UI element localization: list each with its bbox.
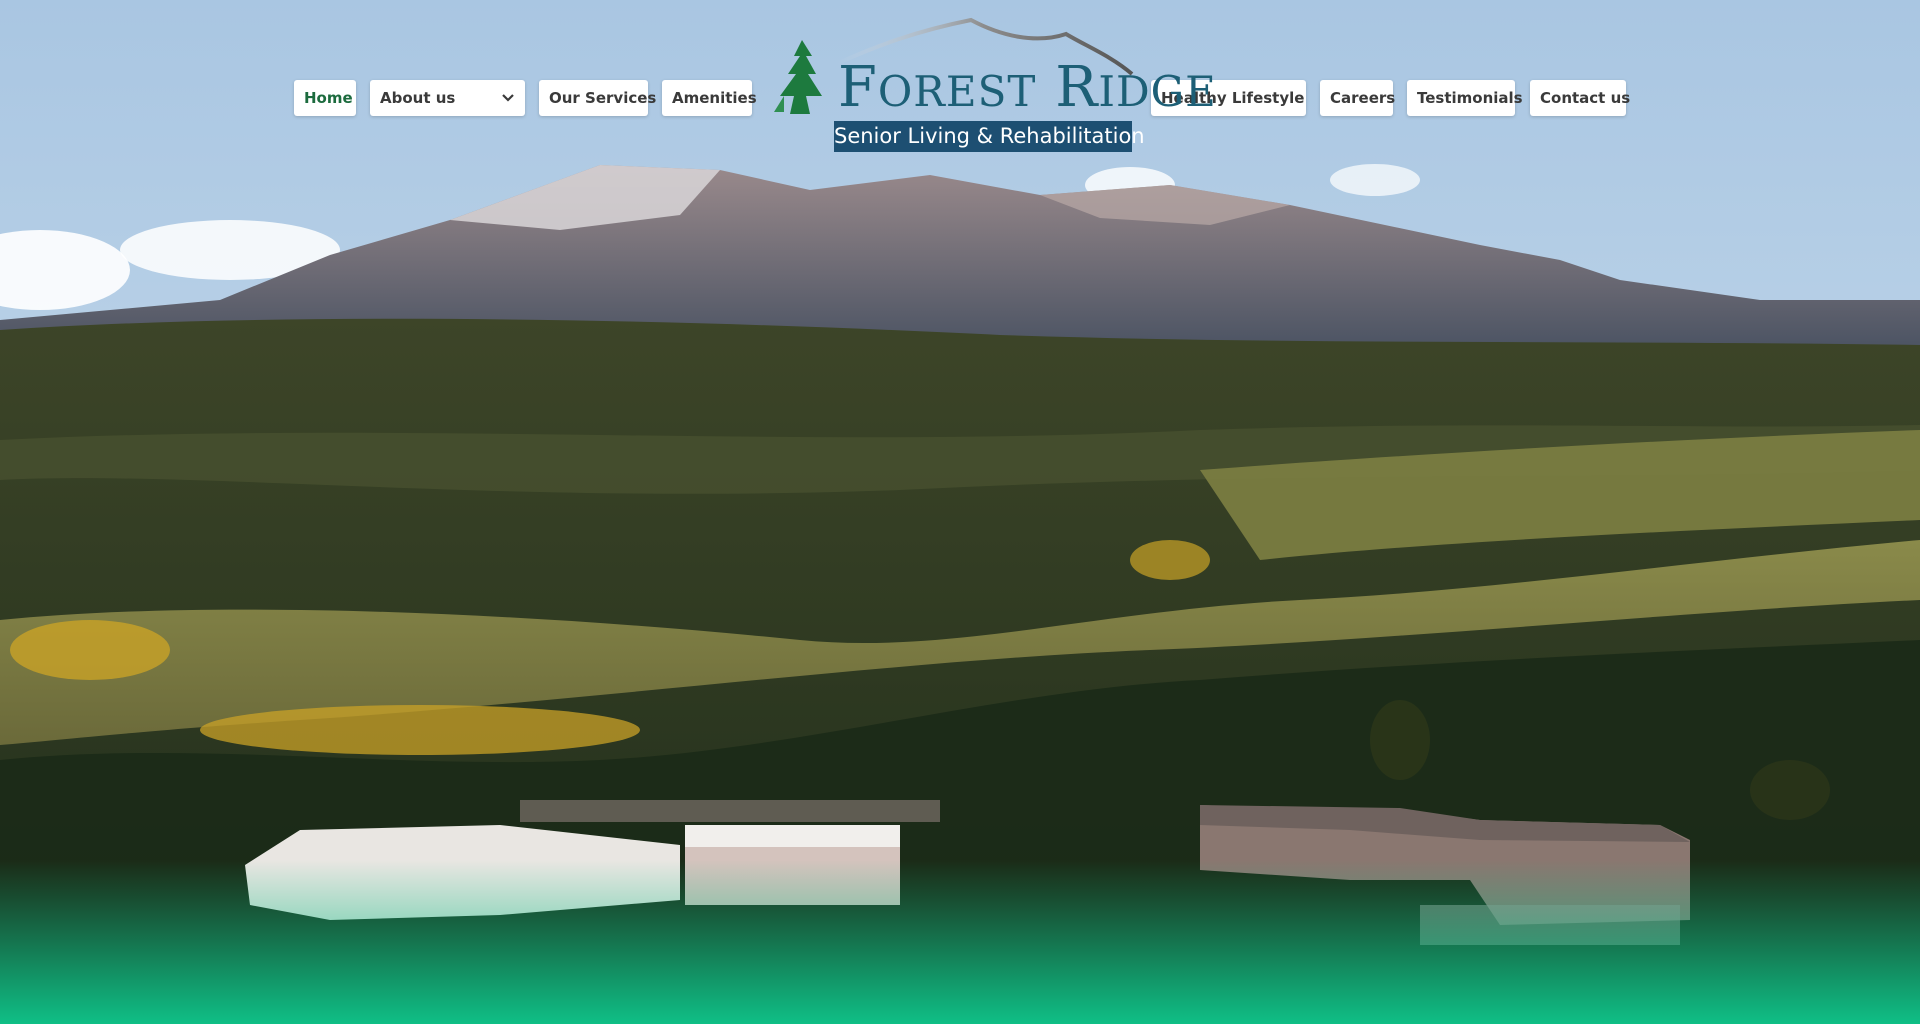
nav-amenities[interactable]: Amenities [662, 80, 757, 116]
logo-letter-f: F [838, 55, 878, 120]
logo-word-orest: OREST [877, 67, 1037, 116]
forest-ridge-logo[interactable]: FOREST RIDGE Senior Living & Rehabilitat… [766, 16, 1216, 156]
nav-home[interactable]: Home [294, 80, 356, 116]
logo-letter-r: R [1055, 55, 1099, 120]
nav-testimonials[interactable]: Testimonials [1407, 80, 1523, 116]
logo-word-idge: IDGE [1098, 67, 1217, 116]
nav-careers[interactable]: Careers [1320, 80, 1396, 116]
nav-testimonials-label: Testimonials [1417, 89, 1523, 107]
logo-title: FOREST RIDGE [838, 60, 1217, 116]
nav-our-services[interactable]: Our Services [539, 80, 656, 116]
chevron-down-icon [502, 94, 514, 102]
logo-subtitle: Senior Living & Rehabilitation [834, 121, 1145, 152]
nav-contact-us[interactable]: Contact us [1530, 80, 1630, 116]
nav-about-label: About us [380, 89, 456, 107]
nav-careers-label: Careers [1330, 89, 1396, 107]
nav-about-dropdown[interactable]: About us [370, 80, 525, 116]
nav-services-label: Our Services [549, 89, 657, 107]
nav-contact-label: Contact us [1540, 89, 1631, 107]
nav-home-label: Home [304, 89, 353, 107]
nav-amenities-label: Amenities [672, 89, 757, 107]
